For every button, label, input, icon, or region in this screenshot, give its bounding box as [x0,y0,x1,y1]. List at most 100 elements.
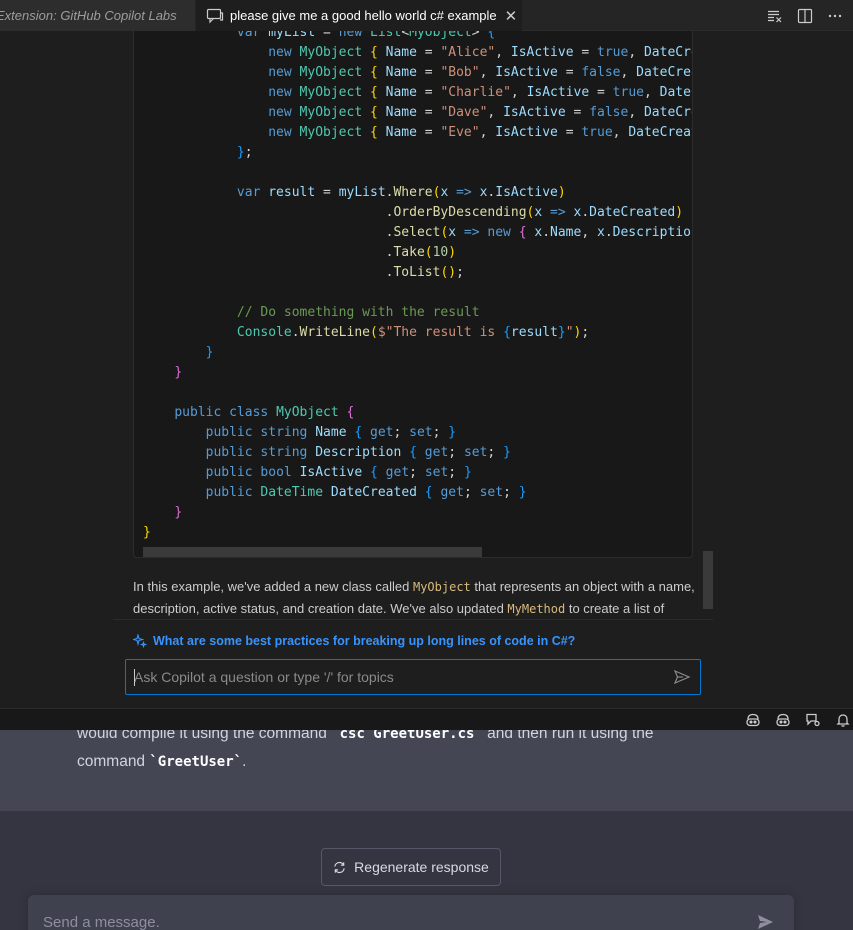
code-token: new [487,225,519,240]
send-message-input[interactable] [43,910,723,930]
code-token: class [229,405,277,420]
code-token: public [205,485,261,500]
code-token: set [479,485,504,500]
regenerate-label: Regenerate response [354,859,489,875]
code-token: MyObject [299,85,370,100]
code-token: Description [612,225,693,240]
copilot-icon[interactable] [745,712,761,728]
chat-vertical-scrollbar[interactable] [703,551,713,609]
code-line: // Do something with the result [143,303,692,323]
code-horizontal-scrollbar[interactable] [143,547,482,557]
code-token: string [260,425,316,440]
code-line: .OrderByDescending(x => x.DateCreated) [143,203,692,223]
code-token: set [463,445,488,460]
code-token: = [557,65,582,80]
code-token: new [338,31,370,40]
code-token: "Dave" [440,105,488,120]
code-token: Name [385,105,417,120]
chatgpt-input-box [28,895,794,930]
code-token: } [143,525,151,540]
code-token: var [236,185,269,200]
code-token: { [370,45,386,60]
code-token: set [424,465,449,480]
code-token: public [174,405,230,420]
followup-suggestion[interactable]: What are some best practices for breakin… [133,634,575,648]
code-token: Name [550,225,582,240]
code-token: . [542,225,551,240]
code-token: } [174,365,183,380]
code-token: MyObject [299,65,370,80]
code-token: IsActive [495,125,558,140]
code-token: = [573,45,598,60]
code-token: get [385,465,410,480]
code-token: IsActive [503,105,566,120]
inline-code: MyMethod [507,602,566,616]
code-token: MyObject [276,405,347,420]
code-token: Description [315,445,410,460]
code-token: Take [393,245,425,260]
code-token: "Charlie" [440,85,511,100]
code-token: } [557,325,566,340]
code-token: DateCreated [330,485,425,500]
code-token: OrderByDescending [393,205,527,220]
close-tab-icon[interactable]: ✕ [505,7,518,25]
code-token: Select [393,225,441,240]
code-token: "Eve" [440,125,480,140]
split-editor-icon[interactable] [797,8,813,24]
code-token: get [440,485,464,500]
code-token: x [597,225,605,240]
code-line: } [143,343,692,363]
code-token: true [597,45,629,60]
code-token: = [416,125,441,140]
code-line: new MyObject { Name = "Charlie", IsActiv… [143,83,692,103]
code-token: { [503,325,511,340]
chatgpt-message-text: would compile it using the command `csc … [77,730,717,776]
copilot-chat-panel: var myList = new List<MyObject> { new My… [0,31,853,708]
sparkle-icon [133,634,147,648]
more-actions-icon[interactable] [827,8,843,24]
code-line: }; [143,143,692,163]
code-token: true [612,85,644,100]
code-token: public [205,445,261,460]
code-token: DateCreated [636,65,692,80]
code-token: DateTime [260,485,331,500]
code-token: = [557,125,582,140]
code-token: , [495,45,511,60]
feedback-icon[interactable] [805,712,821,728]
code-token: ; [448,445,464,460]
code-token: > [471,31,488,40]
code-block[interactable]: var myList = new List<MyObject> { new My… [133,31,693,558]
tab-copilot-chat[interactable]: please give me a good hello world c# exa… [196,0,522,31]
send-icon[interactable] [756,913,774,930]
regenerate-response-button[interactable]: Regenerate response [321,848,501,886]
code-token: => [542,205,574,220]
clear-all-icon[interactable] [767,8,783,24]
code-token: ) [448,245,457,260]
code-token: } [503,445,511,460]
code-token: , [628,105,644,120]
code-token: . [604,225,613,240]
copilot-labs-icon[interactable] [775,712,791,728]
code-token: , [628,45,644,60]
code-token: ; [409,465,425,480]
code-token: { [370,105,386,120]
code-token: List [370,31,402,40]
code-token: => [456,225,488,240]
code-token: public [205,425,261,440]
code-token: { [370,85,386,100]
bell-icon[interactable] [835,712,851,728]
code-line: } [143,503,692,523]
code-token: ; [487,445,504,460]
ask-copilot-input[interactable] [126,660,673,694]
send-icon[interactable] [673,668,691,686]
tab-extension-copilot-labs[interactable]: Extension: GitHub Copilot Labs [0,0,196,31]
